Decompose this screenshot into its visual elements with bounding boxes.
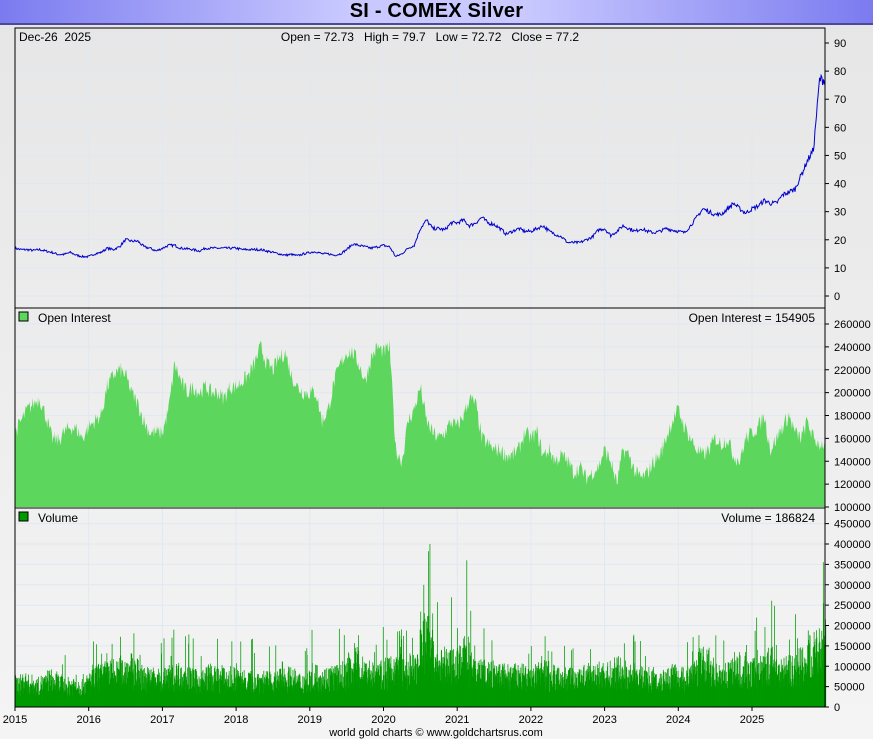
volume-legend-swatch <box>18 511 29 522</box>
y-tick-label: 240000 <box>834 342 871 354</box>
x-tick-label: 2021 <box>445 714 469 726</box>
y-tick-label: 200000 <box>834 388 871 400</box>
y-tick-label: 100000 <box>834 661 871 673</box>
y-tick-label: 400000 <box>834 539 871 551</box>
x-tick-label: 2018 <box>224 714 248 726</box>
oi-legend-swatch <box>18 311 29 322</box>
silver-chart: Dec-26 2025 Open = 72.73 High = 79.7 Low… <box>3 27 871 739</box>
y-tick-label: 260000 <box>834 319 871 331</box>
x-tick-label: 2025 <box>740 714 764 726</box>
x-tick-label: 2024 <box>666 714 690 726</box>
volume-legend: Volume <box>38 511 78 525</box>
y-tick-label: 60 <box>834 122 846 134</box>
y-tick-label: 70 <box>834 94 846 106</box>
x-tick-label: 2019 <box>298 714 322 726</box>
y-tick-label: 40 <box>834 179 846 191</box>
open-interest-area <box>15 339 825 507</box>
x-tick-label: 2023 <box>592 714 616 726</box>
y-tick-label: 140000 <box>834 456 871 468</box>
x-tick-label: 2015 <box>3 714 27 726</box>
x-tick-label: 2020 <box>371 714 395 726</box>
y-tick-label: 160000 <box>834 433 871 445</box>
oi-legend: Open Interest <box>38 311 111 325</box>
y-tick-label: 10 <box>834 263 846 275</box>
x-tick-label: 2017 <box>150 714 174 726</box>
y-tick-label: 180000 <box>834 411 871 423</box>
y-tick-label: 450000 <box>834 519 871 531</box>
footer-credit: world gold charts © www.goldchartsrus.co… <box>328 727 543 739</box>
y-tick-label: 350000 <box>834 559 871 571</box>
y-tick-label: 90 <box>834 38 846 50</box>
oi-value-label: Open Interest = 154905 <box>689 311 816 325</box>
y-tick-label: 50 <box>834 150 846 162</box>
y-tick-label: 120000 <box>834 479 871 491</box>
y-tick-label: 150000 <box>834 641 871 653</box>
y-tick-label: 100000 <box>834 502 871 514</box>
ohlc-label: Open = 72.73 High = 79.7 Low = 72.72 Clo… <box>281 30 580 44</box>
date-label: Dec-26 2025 <box>19 30 91 44</box>
y-tick-label: 0 <box>834 702 840 714</box>
price-line <box>14 73 826 259</box>
y-tick-label: 300000 <box>834 580 871 592</box>
y-tick-label: 250000 <box>834 600 871 612</box>
y-tick-label: 50000 <box>834 682 865 694</box>
y-tick-label: 80 <box>834 66 846 78</box>
x-tick-label: 2016 <box>76 714 100 726</box>
y-tick-label: 200000 <box>834 621 871 633</box>
y-tick-label: 0 <box>834 291 840 303</box>
y-tick-label: 220000 <box>834 365 871 377</box>
y-tick-label: 20 <box>834 235 846 247</box>
x-tick-label: 2022 <box>519 714 543 726</box>
y-tick-label: 30 <box>834 207 846 219</box>
volume-value-label: Volume = 186824 <box>721 511 815 525</box>
